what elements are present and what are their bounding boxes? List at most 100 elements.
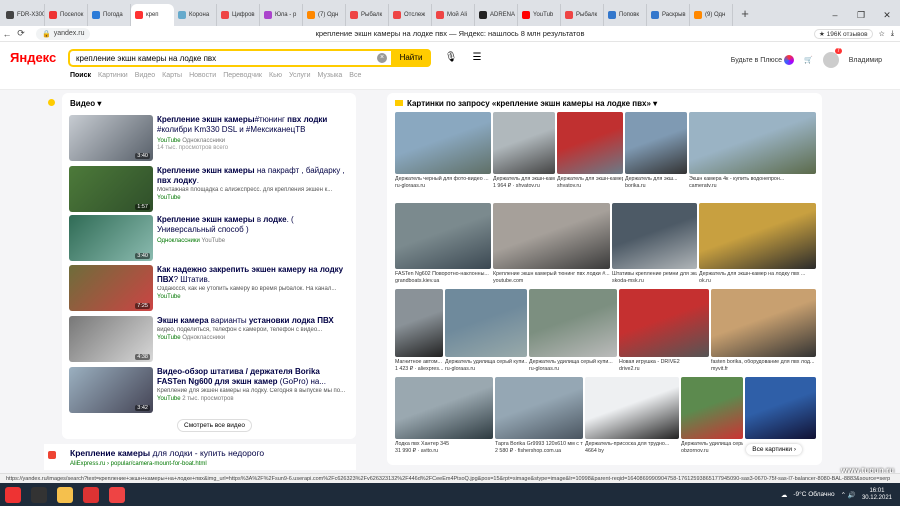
image-thumbnail[interactable] (495, 377, 583, 439)
tab[interactable]: FDR-X3000 (2, 4, 45, 26)
image-thumbnail[interactable] (612, 203, 697, 269)
bookmark-icon[interactable]: ☆ (879, 30, 885, 38)
image-thumbnail[interactable] (625, 112, 687, 174)
tab[interactable]: Поселок (45, 4, 88, 26)
image-thumbnail[interactable] (395, 377, 493, 439)
nav-tab[interactable]: Услуги (289, 72, 311, 79)
image-result[interactable]: Тарга Borika Gr9993 120х610 мм с треног.… (495, 377, 583, 461)
video-title-link[interactable]: Крепление экшн камеры#тюнинг пвх лодки #… (157, 115, 351, 135)
video-item[interactable]: 1:57 Крепление экшн камеры на пакрафт , б… (69, 166, 351, 214)
tab[interactable]: (7) Одн (303, 4, 346, 26)
nav-tab[interactable]: Переводчик (223, 72, 262, 79)
video-item[interactable]: 3:40 Крепление экшн камеры#тюнинг пвх лод… (69, 115, 351, 163)
nav-tab[interactable]: Видео (135, 72, 155, 79)
cart-icon[interactable]: 🛒 (804, 56, 813, 64)
image-thumbnail[interactable] (689, 112, 816, 174)
image-result[interactable]: Держатель удилища серый ку...obzornov.ru (681, 377, 743, 461)
image-result[interactable]: Держатель удилища серый купи... ru-gloraa… (529, 289, 617, 379)
download-icon[interactable]: ⤓ (891, 30, 894, 38)
nav-tab[interactable]: Новости (189, 72, 216, 79)
video-source[interactable]: YouTube Одноклассники (157, 335, 351, 341)
video-source[interactable]: Одноклассники YouTube (157, 238, 351, 244)
image-thumbnail[interactable] (557, 112, 623, 174)
tab[interactable]: Рыбалк (561, 4, 604, 26)
image-result[interactable]: Новая игрушка - DRIVE2 drive2.ru (619, 289, 709, 379)
video-item[interactable]: 3:42 Видео-обзор штатива / держателя Bori… (69, 367, 351, 415)
video-item[interactable]: 4:38 Экшн камера варианты установки лодка… (69, 316, 351, 364)
video-title-link[interactable]: Видео-обзор штатива / держателя Borika F… (157, 367, 351, 387)
video-source[interactable]: YouTube 2 тыс. просмотров (157, 396, 351, 402)
close-icon[interactable]: ✕ (874, 10, 900, 21)
image-result[interactable]: Лодка пвх Хантер 345 31 990 ₽ · avito.ru (395, 377, 493, 461)
tab[interactable]: Мой Ali (432, 4, 475, 26)
tab[interactable]: ADRENA (475, 4, 518, 26)
image-result[interactable]: Крепление экшн камерый тюнинг пвх лодки … (493, 203, 610, 291)
video-title[interactable]: Видео ▾ (70, 99, 101, 108)
video-thumbnail[interactable]: 3:42 (69, 367, 153, 413)
video-thumbnail[interactable]: 3:40 (69, 115, 153, 161)
find-button[interactable]: Найти (391, 49, 431, 67)
tab[interactable]: Поповк (604, 4, 647, 26)
image-result[interactable]: Держатель для экшн-камеры и навиг...shva… (557, 112, 623, 196)
tab[interactable]: Отслеж (389, 4, 432, 26)
image-result[interactable]: Магнитное автом... 1 423 ₽ · aliexpres... (395, 289, 443, 379)
image-result[interactable]: Держатель для экшн-камер на лодку пвх ..… (699, 203, 816, 291)
clear-icon[interactable]: × (377, 53, 387, 63)
tab[interactable]: Юла - р (260, 4, 303, 26)
tab[interactable]: Цифров (217, 4, 260, 26)
plus-promo[interactable]: Будьте в Плюсе (731, 55, 795, 65)
image-thumbnail[interactable] (395, 112, 491, 174)
result-url[interactable]: AliExpress.ru › popular/camera-mount-for… (70, 461, 207, 467)
taskview-icon[interactable] (31, 486, 47, 503)
reviews-badge[interactable]: ★ 196К отзывов (813, 28, 873, 39)
image-thumbnail[interactable] (395, 289, 443, 357)
video-item[interactable]: 7:25 Как надежно закрепить экшен камеру н… (69, 265, 351, 313)
video-source[interactable]: YouTube (157, 294, 351, 300)
tab[interactable]: Раскрыв (647, 4, 690, 26)
explorer-icon[interactable] (57, 486, 73, 503)
video-source[interactable]: YouTube Одноклассники (157, 138, 351, 144)
video-thumbnail[interactable]: 4:38 (69, 316, 153, 362)
reload-icon[interactable]: ⟳ (14, 28, 28, 39)
image-result[interactable]: Держатель черный для фото-видео ... ru-gl… (395, 112, 491, 196)
video-title-link[interactable]: Крепление экшн камеры в лодке. ( Универс… (157, 215, 351, 235)
microphone-icon[interactable]: 🎙 (444, 52, 458, 66)
nav-tab[interactable]: Карты (162, 72, 182, 79)
video-title-link[interactable]: Крепление экшн камеры на пакрафт , байда… (157, 166, 351, 186)
nav-tab[interactable]: Кью (269, 72, 282, 79)
url-field[interactable]: 🔒 yandex.ru (36, 27, 91, 40)
result-title[interactable]: Крепление камеры для лодки - купить недо… (70, 448, 264, 458)
image-thumbnail[interactable] (681, 377, 743, 439)
clock[interactable]: 16:01 30.12.2021 (862, 488, 892, 502)
tray-icons[interactable]: ⌃ 🔊 (841, 491, 856, 499)
video-title-link[interactable]: Экшн камера варианты установки лодка ПВХ (157, 316, 351, 326)
tab[interactable]: YouTub (518, 4, 561, 26)
tab[interactable]: (9) Одн (690, 4, 733, 26)
nav-tab[interactable]: Картинки (98, 72, 128, 79)
video-thumbnail[interactable]: 3:40 (69, 215, 153, 261)
opera-icon[interactable] (83, 486, 99, 503)
image-result[interactable]: FASTen Ng602 Поворотно-наклонны... grandb… (395, 203, 491, 291)
image-result[interactable]: Держатель-присоска для трудно... 4664 by (585, 377, 679, 461)
image-thumbnail[interactable] (699, 203, 816, 269)
image-thumbnail[interactable] (395, 203, 491, 269)
images-title[interactable]: Картинки по запросу «крепление экшн каме… (395, 99, 657, 108)
filters-icon[interactable]: ☰ (470, 52, 484, 66)
tab[interactable]: креп (131, 4, 174, 26)
new-tab-button[interactable]: + (737, 7, 753, 23)
image-thumbnail[interactable] (529, 289, 617, 357)
image-thumbnail[interactable] (745, 377, 816, 439)
search-input[interactable] (70, 51, 377, 65)
image-result[interactable]: Держатель для экшн-камер...1 964 ₽ · shv… (493, 112, 555, 196)
video-source[interactable]: YouTube (157, 195, 351, 201)
tab[interactable]: Погода (88, 4, 131, 26)
video-thumbnail[interactable]: 1:57 (69, 166, 153, 212)
video-title-link[interactable]: Как надежно закрепить экшен камеру на ло… (157, 265, 351, 285)
user-name[interactable]: Владимир (849, 57, 882, 64)
avatar[interactable]: 7 (822, 48, 842, 68)
image-result[interactable]: fasten borika, оборудование для пвх лод.… (711, 289, 816, 379)
start-icon[interactable] (5, 486, 21, 503)
image-thumbnail[interactable] (493, 203, 610, 269)
yandex-browser-icon[interactable] (109, 486, 125, 503)
video-thumbnail[interactable]: 7:25 (69, 265, 153, 311)
